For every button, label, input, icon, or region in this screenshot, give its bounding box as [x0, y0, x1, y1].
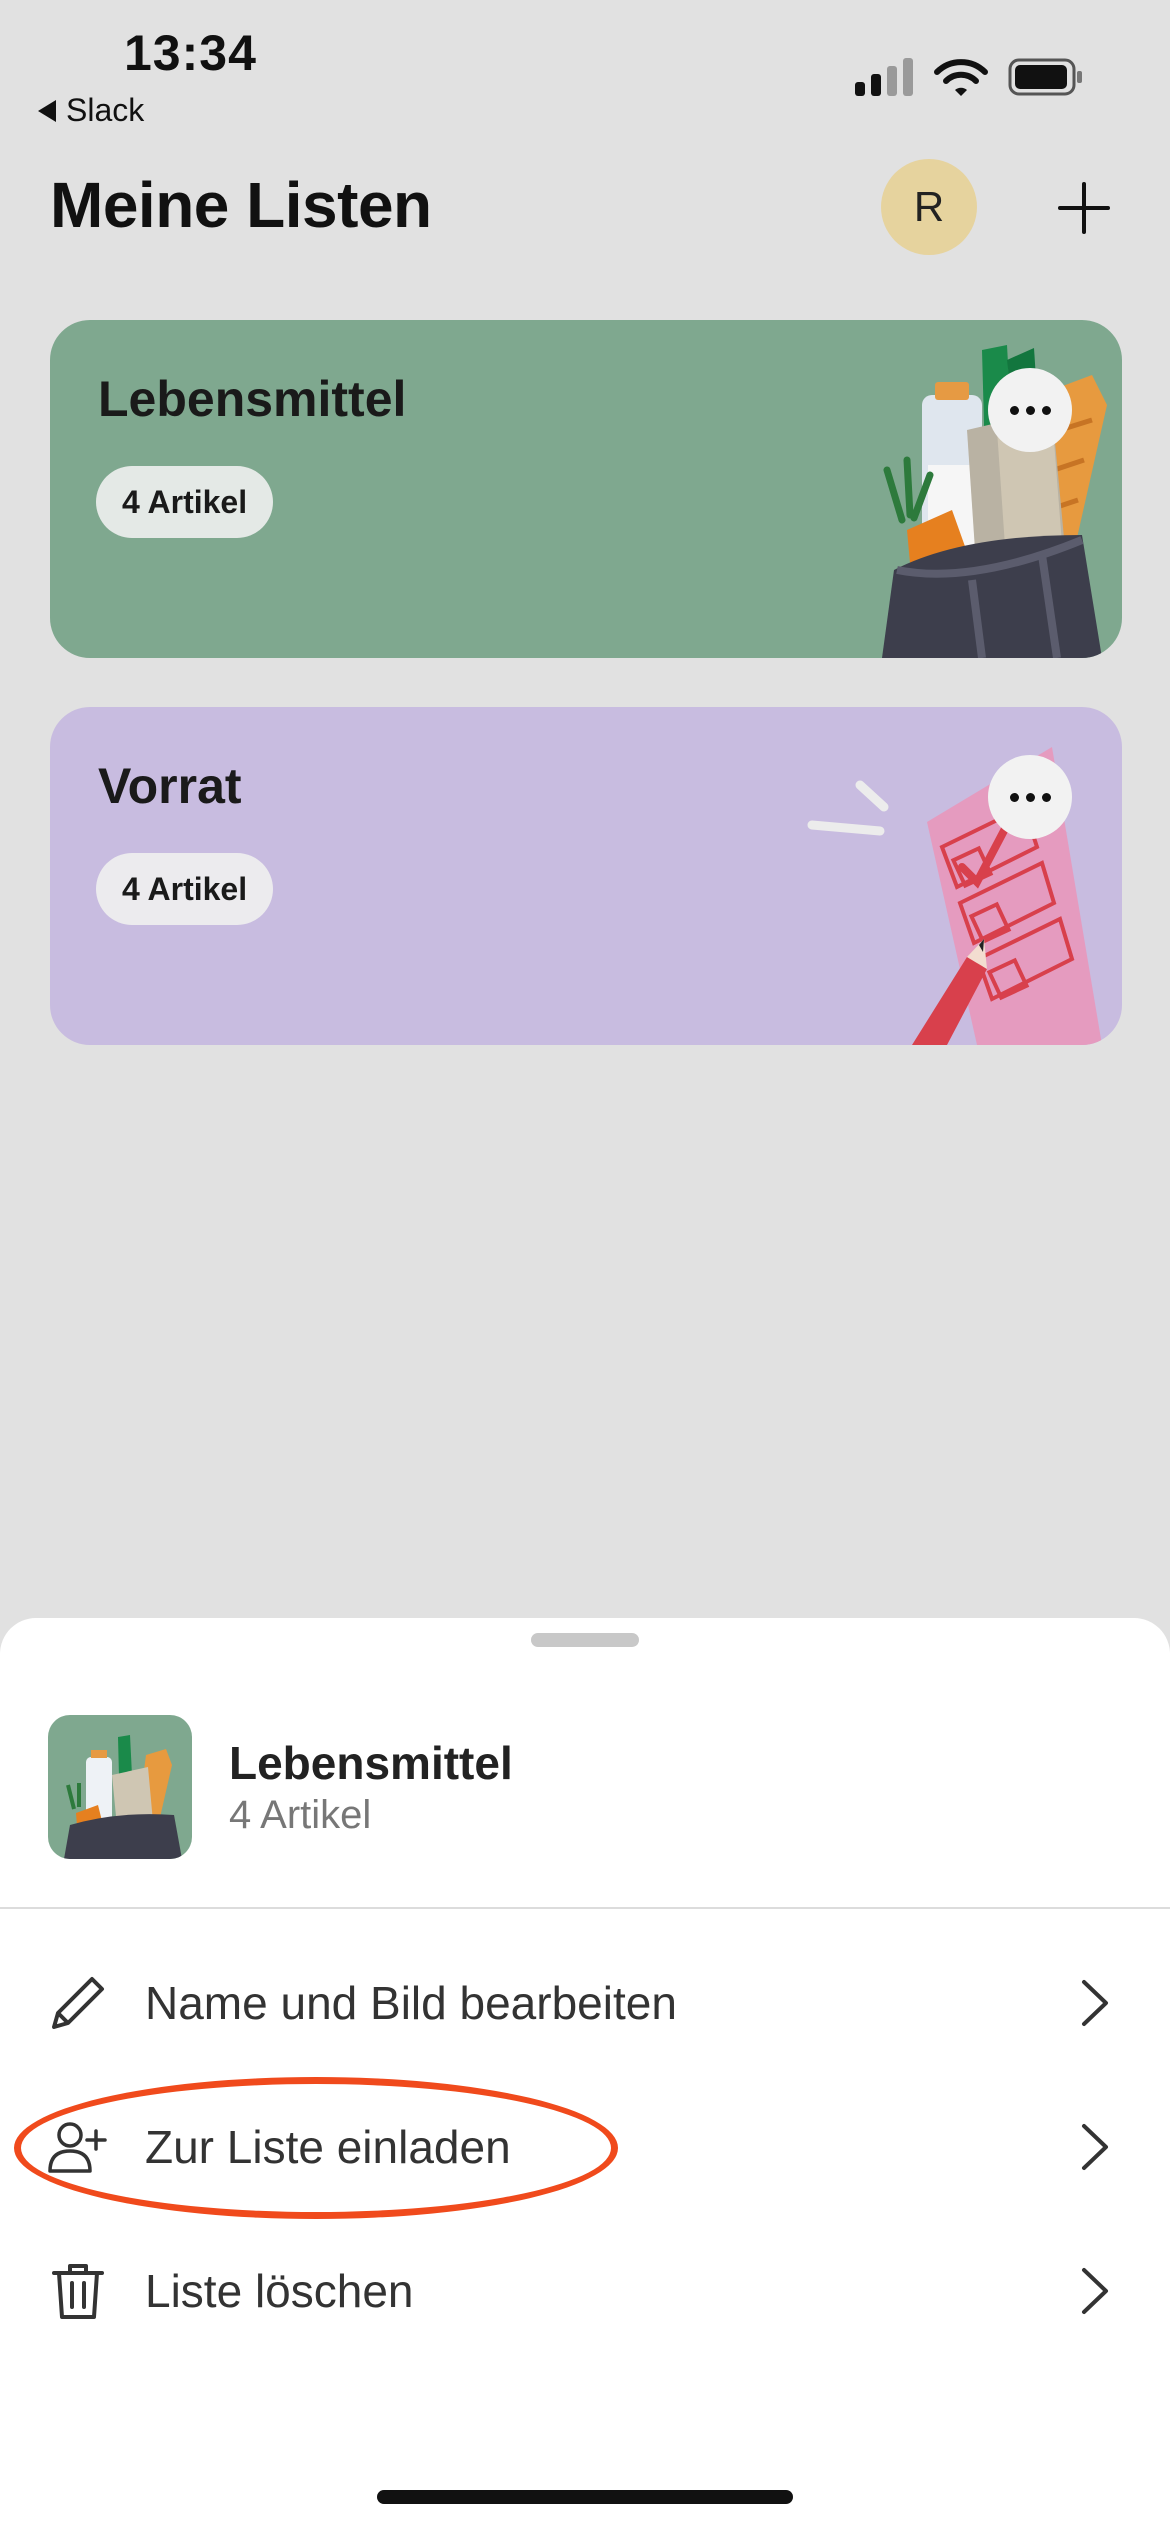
home-indicator[interactable] — [377, 2490, 793, 2504]
back-app-label: Slack — [66, 92, 145, 128]
list-actions-sheet: Lebensmittel 4 Artikel Name und Bild bea… — [0, 1618, 1170, 2532]
more-dot — [1009, 405, 1019, 415]
sheet-list-count: 4 Artikel — [229, 1793, 372, 1837]
menu-item-label: Liste löschen — [145, 2265, 414, 2317]
more-dot — [1025, 405, 1035, 415]
list-options-button[interactable] — [988, 368, 1072, 452]
more-dot — [1009, 792, 1019, 802]
more-dot — [1041, 792, 1051, 802]
list-card-title: Vorrat — [98, 758, 242, 814]
page-title: Meine Listen — [50, 169, 432, 241]
chevron-right-icon — [1082, 1980, 1108, 2026]
menu-item-delete-list[interactable]: Liste löschen — [0, 2226, 1170, 2356]
back-triangle-icon — [38, 99, 56, 122]
checklist-illustration — [807, 747, 1102, 1045]
grocery-bag-illustration — [882, 345, 1107, 658]
signal-icon — [855, 58, 913, 96]
sheet-divider — [0, 1907, 1170, 1909]
wifi-icon — [934, 59, 988, 96]
sheet-grabber[interactable] — [531, 1633, 639, 1647]
add-person-icon — [48, 2122, 107, 2173]
add-list-button[interactable] — [1054, 178, 1114, 238]
battery-icon — [1008, 58, 1082, 96]
avatar[interactable]: R — [881, 159, 977, 255]
list-options-button[interactable] — [988, 755, 1072, 839]
pencil-icon — [52, 1977, 104, 2029]
more-dot — [1025, 792, 1035, 802]
list-card-title: Lebensmittel — [98, 371, 407, 427]
item-count-badge: 4 Artikel — [96, 466, 274, 538]
sheet-list-thumbnail — [48, 1715, 192, 1859]
menu-item-label: Zur Liste einladen — [145, 2121, 511, 2173]
menu-item-label: Name und Bild bearbeiten — [145, 1977, 677, 2029]
menu-item-invite-to-list[interactable]: Zur Liste einladen — [0, 2082, 1170, 2212]
trash-icon — [52, 2264, 104, 2319]
item-count-badge: 4 Artikel — [96, 853, 274, 925]
list-card-vorrat[interactable]: Vorrat 4 Artikel — [50, 707, 1122, 1045]
chevron-right-icon — [1082, 2124, 1108, 2170]
chevron-right-icon — [1082, 2268, 1108, 2314]
grocery-bag-thumbnail-icon — [64, 1735, 182, 1859]
list-card-lebensmittel[interactable]: Lebensmittel 4 Artikel — [50, 320, 1122, 658]
status-time: 13:34 — [124, 25, 257, 81]
more-dot — [1041, 405, 1051, 415]
back-to-app-button[interactable]: Slack — [38, 92, 144, 129]
sheet-list-title: Lebensmittel — [229, 1737, 513, 1789]
menu-item-edit-name-image[interactable]: Name und Bild bearbeiten — [0, 1938, 1170, 2068]
